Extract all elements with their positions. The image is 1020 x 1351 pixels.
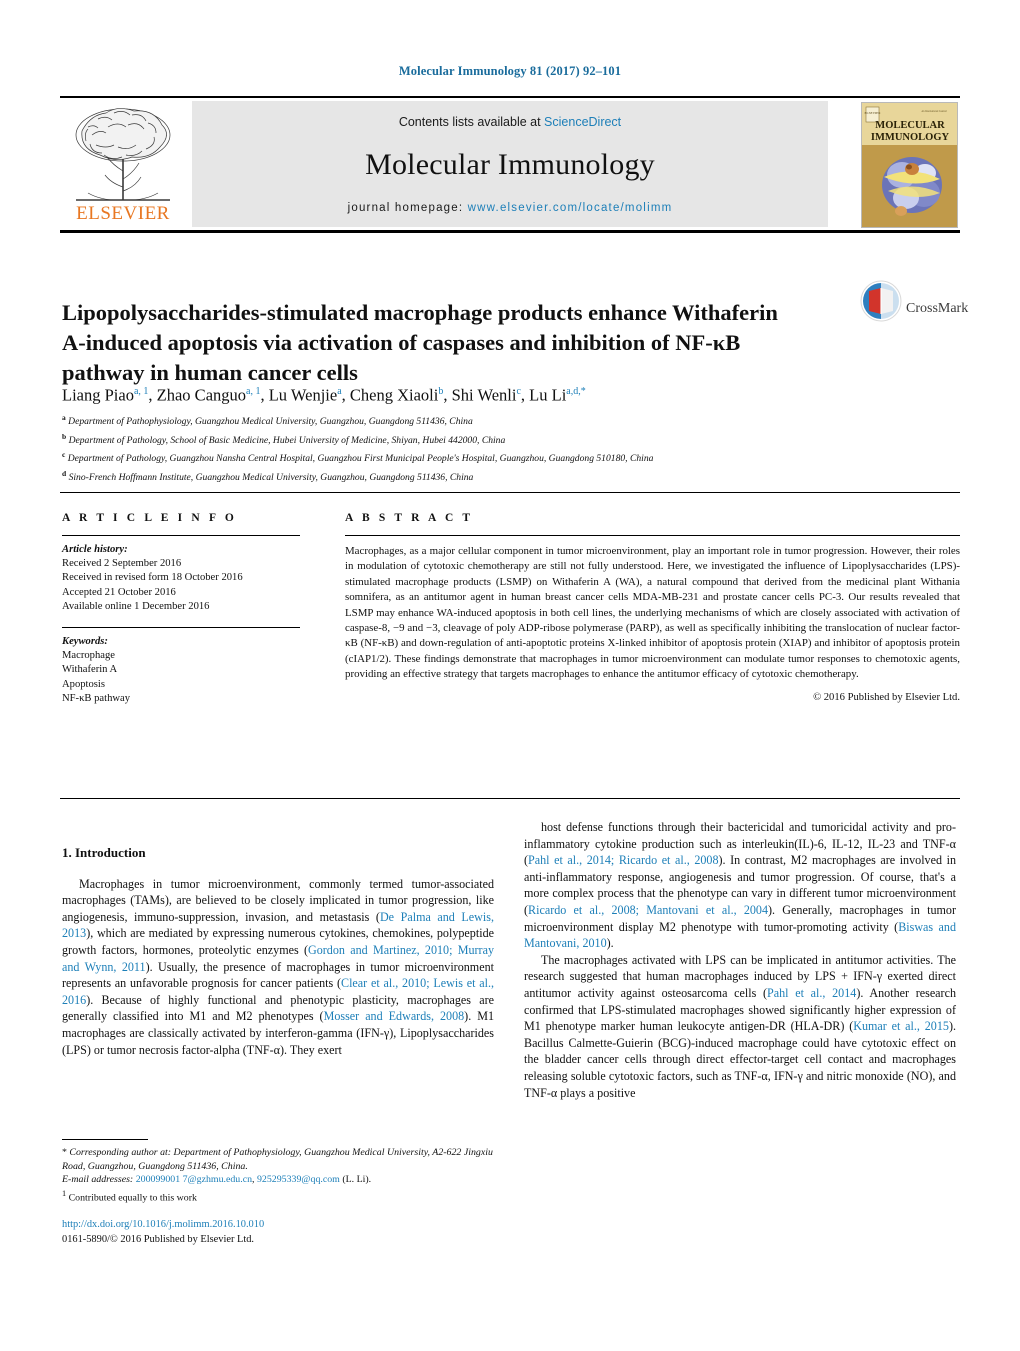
doi-link[interactable]: http://dx.doi.org/10.1016/j.molimm.2016.… <box>62 1218 522 1233</box>
abstract-rule <box>345 535 960 536</box>
info-band-bottom-rule <box>60 798 960 799</box>
journal-cover-image: ELSEVIER An International Journal MOLECU… <box>862 103 957 227</box>
homepage-url-link[interactable]: www.elsevier.com/locate/molimm <box>468 202 673 214</box>
contents-available-line: Contents lists available at ScienceDirec… <box>192 101 828 129</box>
intro-paragraph-right-1: host defense functions through their bac… <box>524 820 956 951</box>
running-head: Molecular Immunology 81 (2017) 92–101 <box>398 64 622 78</box>
keyword-item: NF-κB pathway <box>62 692 131 704</box>
affiliation-c: c Department of Pathology, Guangzhou Nan… <box>62 448 892 467</box>
journal-homepage-line: journal homepage: www.elsevier.com/locat… <box>192 202 828 214</box>
affiliation-b: b Department of Pathology, School of Bas… <box>62 430 892 449</box>
affiliation-text-b: Department of Pathology, School of Basic… <box>68 434 506 446</box>
svg-text:MOLECULAR: MOLECULAR <box>875 120 945 131</box>
introduction-left-column: 1. Introduction Macrophages in tumor mic… <box>62 845 494 1058</box>
article-page: Molecular Immunology 81 (2017) 92–101 EL… <box>0 0 1020 1351</box>
elsevier-tree-icon <box>75 108 171 201</box>
journal-title: Molecular Immunology <box>365 148 655 181</box>
footnote-separator-rule <box>62 1139 148 1140</box>
email-addresses-note: E-mail addresses: 200099001 7@gzhmu.edu.… <box>62 1174 372 1186</box>
affiliation-text-a: Department of Pathophysiology, Guangzhou… <box>68 416 473 428</box>
article-history-label: Article history: <box>62 544 128 555</box>
journal-cover-thumbnail: ELSEVIER An International Journal MOLECU… <box>861 102 958 228</box>
intro-paragraph-right-2: The macrophages activated with LPS can b… <box>524 952 957 1100</box>
sciencedirect-link[interactable]: ScienceDirect <box>544 115 621 129</box>
abstract-copyright: © 2016 Published by Elsevier Ltd. <box>813 691 960 703</box>
crossmark-icon <box>860 280 902 322</box>
abstract-column: A B S T R A C T Macrophages, as a major … <box>345 512 960 703</box>
intro-paragraph-left: Macrophages in tumor microenvironment, c… <box>62 876 495 1057</box>
elsevier-logo: ELSEVIER <box>62 101 184 227</box>
keyword-item: Macrophage <box>62 650 115 662</box>
keyword-item: Withaferin A <box>62 664 118 676</box>
keywords-group: Keywords: Macrophage Withaferin A Apopto… <box>62 635 300 706</box>
crossmark-badge[interactable]: CrossMark <box>860 280 968 338</box>
author-list: Liang Piaoa, 1, Zhao Canguoa, 1, Lu Wenj… <box>62 385 586 405</box>
history-online: Available online 1 December 2016 <box>62 600 210 612</box>
keyword-item: Apoptosis <box>62 678 105 690</box>
article-info-column: A R T I C L E I N F O Article history: R… <box>62 512 300 706</box>
masthead-center-band: Contents lists available at ScienceDirec… <box>192 101 828 227</box>
keywords-label: Keywords: <box>62 636 108 648</box>
equal-contribution-note: 1 Contributed equally to this work <box>62 1188 197 1204</box>
corresponding-author-note: * Corresponding author at: Department of… <box>62 1147 493 1172</box>
history-accepted: Accepted 21 October 2016 <box>62 586 176 598</box>
affiliation-a: a Department of Pathophysiology, Guangzh… <box>62 411 892 430</box>
affiliation-text-d: Sino-French Hoffmann Institute, Guangzho… <box>68 472 474 484</box>
footnotes-block: * Corresponding author at: Department of… <box>62 1146 494 1205</box>
affiliation-marker-d: d <box>62 469 67 479</box>
svg-text:IMMUNOLOGY: IMMUNOLOGY <box>871 132 950 143</box>
issn-copyright-line: 0161-5890/© 2016 Published by Elsevier L… <box>62 1233 255 1245</box>
svg-text:An International Journal: An International Journal <box>921 110 947 113</box>
info-band-top-rule <box>60 492 960 493</box>
affiliation-marker-a: a <box>62 413 66 422</box>
affiliation-marker-c: c <box>62 450 66 460</box>
introduction-right-column: host defense functions through their bac… <box>524 819 956 1101</box>
elsevier-wordmark: ELSEVIER <box>76 203 170 224</box>
affiliations-list: a Department of Pathophysiology, Guangzh… <box>62 411 892 486</box>
svg-text:ELSEVIER: ELSEVIER <box>864 111 881 115</box>
page-title: Lipopolysaccharides-stimulated macrophag… <box>62 300 778 386</box>
keywords-separator-rule <box>62 627 300 629</box>
affiliation-d: d Sino-French Hoffmann Institute, Guangz… <box>62 467 892 486</box>
introduction-heading: 1. Introduction <box>62 845 146 860</box>
doi-block: http://dx.doi.org/10.1016/j.molimm.2016.… <box>62 1218 522 1248</box>
homepage-prefix: journal homepage: <box>347 202 468 214</box>
contents-prefix: Contents lists available at <box>398 115 545 129</box>
abstract-heading: A B S T R A C T <box>345 512 474 524</box>
article-info-heading: A R T I C L E I N F O <box>62 512 237 524</box>
article-info-rule <box>62 535 300 536</box>
crossmark-label: CrossMark <box>906 301 969 316</box>
article-history-group: Article history: Received 2 September 20… <box>62 543 300 614</box>
affiliation-marker-b: b <box>62 431 67 441</box>
journal-masthead: ELSEVIER Contents lists available at Sci… <box>60 96 960 233</box>
history-received: Received 2 September 2016 <box>62 558 182 570</box>
affiliation-text-c: Department of Pathology, Guangzhou Nansh… <box>67 453 654 465</box>
abstract-text: Macrophages, as a major cellular compone… <box>345 545 960 681</box>
history-revised: Received in revised form 18 October 2016 <box>62 572 243 584</box>
